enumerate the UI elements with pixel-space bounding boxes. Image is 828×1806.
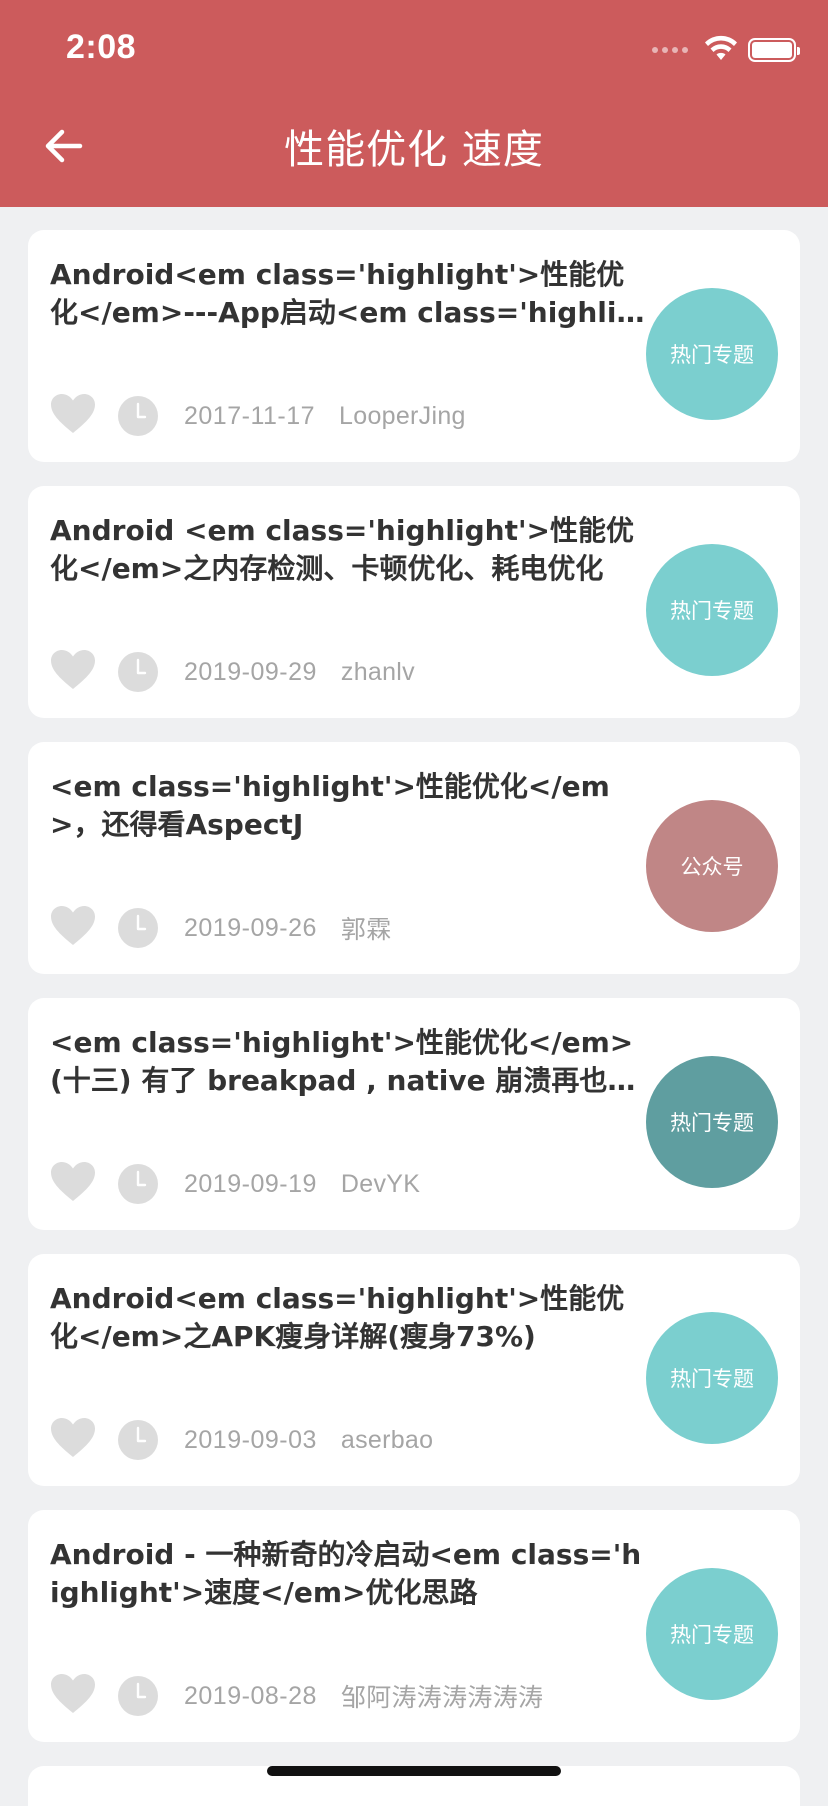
clock-icon (116, 1162, 160, 1206)
article-title: Android <em class='highlight'>性能优化</em>之… (50, 514, 635, 585)
article-tag[interactable]: 热门专题 (646, 288, 778, 420)
article-author[interactable]: zhanlv (341, 658, 415, 687)
article-meta: 2019-09-26 郭霖 (50, 906, 392, 950)
like-button[interactable] (50, 1418, 96, 1462)
like-button[interactable] (50, 650, 96, 694)
article-meta: 2019-08-28 邹阿涛涛涛涛涛涛 (50, 1674, 543, 1718)
like-button[interactable] (50, 1674, 96, 1718)
signal-icon (652, 47, 688, 53)
battery-icon (748, 38, 800, 62)
like-button[interactable] (50, 1162, 96, 1206)
clock-icon (116, 1674, 160, 1718)
wifi-icon (704, 35, 738, 65)
article-title: Android - 一种新奇的冷启动<em class='highlight'>… (50, 1538, 642, 1609)
heart-icon (50, 1161, 96, 1207)
like-button[interactable] (50, 394, 96, 438)
article-meta: 2017-11-17 LooperJing (50, 394, 466, 438)
article-author[interactable]: LooperJing (339, 402, 466, 431)
status-icons (652, 35, 800, 65)
page-title: 性能优化 速度 (284, 127, 544, 173)
heart-icon (50, 649, 96, 695)
article-card[interactable]: Android <em class='highlight'>性能优化</em>之… (28, 486, 800, 718)
clock-icon (116, 394, 160, 438)
article-card[interactable]: <em class='highlight'>性能优化</em>，还得看Aspec… (28, 742, 800, 974)
article-author[interactable]: 郭霖 (341, 910, 392, 946)
article-tag[interactable]: 热门专题 (646, 544, 778, 676)
article-meta: 2019-09-29 zhanlv (50, 650, 415, 694)
article-author[interactable]: aserbao (341, 1426, 433, 1455)
article-tag[interactable]: 热门专题 (646, 1312, 778, 1444)
article-tag[interactable]: 热门专题 (646, 1056, 778, 1188)
article-date: 2019-09-26 (184, 913, 317, 942)
article-meta: 2019-09-03 aserbao (50, 1418, 433, 1462)
article-card[interactable]: <em class='highlight'>性能优化</em>(十三) 有了 b… (28, 998, 800, 1230)
article-card[interactable]: Android - 一种新奇的冷启动<em class='highlight'>… (28, 1510, 800, 1742)
article-date: 2019-09-19 (184, 1169, 317, 1198)
article-date: 2017-11-17 (184, 401, 316, 430)
clock-icon (116, 906, 160, 950)
article-date: 2019-09-03 (184, 1425, 317, 1454)
article-card[interactable]: Android<em class='highlight'>性能优化</em>--… (28, 230, 800, 462)
header-bar: 2:08 性能优化 速度 (0, 0, 828, 207)
heart-icon (50, 393, 96, 439)
article-title: <em class='highlight'>性能优化</em>(十三) 有了 b… (50, 1026, 636, 1097)
home-indicator (267, 1766, 561, 1776)
article-tag[interactable]: 热门专题 (646, 1568, 778, 1700)
article-meta: 2019-09-19 DevYK (50, 1162, 420, 1206)
article-card[interactable]: Android<em class='highlight'>性能优化</em>之A… (28, 1254, 800, 1486)
article-title: Android<em class='highlight'>性能优化</em>之A… (50, 1282, 625, 1353)
heart-icon (50, 1673, 96, 1719)
article-author[interactable]: 邹阿涛涛涛涛涛涛 (341, 1678, 543, 1714)
article-author[interactable]: DevYK (341, 1170, 420, 1199)
clock-icon (116, 1418, 160, 1462)
article-date: 2019-08-28 (184, 1681, 317, 1710)
article-title: <em class='highlight'>性能优化</em>，还得看Aspec… (50, 770, 610, 841)
status-time: 2:08 (66, 28, 137, 66)
article-title: Android<em class='highlight'>性能优化</em>--… (50, 258, 637, 329)
heart-icon (50, 905, 96, 951)
clock-icon (116, 650, 160, 694)
heart-icon (50, 1417, 96, 1463)
article-date: 2019-09-29 (184, 657, 317, 686)
article-tag[interactable]: 公众号 (646, 800, 778, 932)
like-button[interactable] (50, 906, 96, 950)
